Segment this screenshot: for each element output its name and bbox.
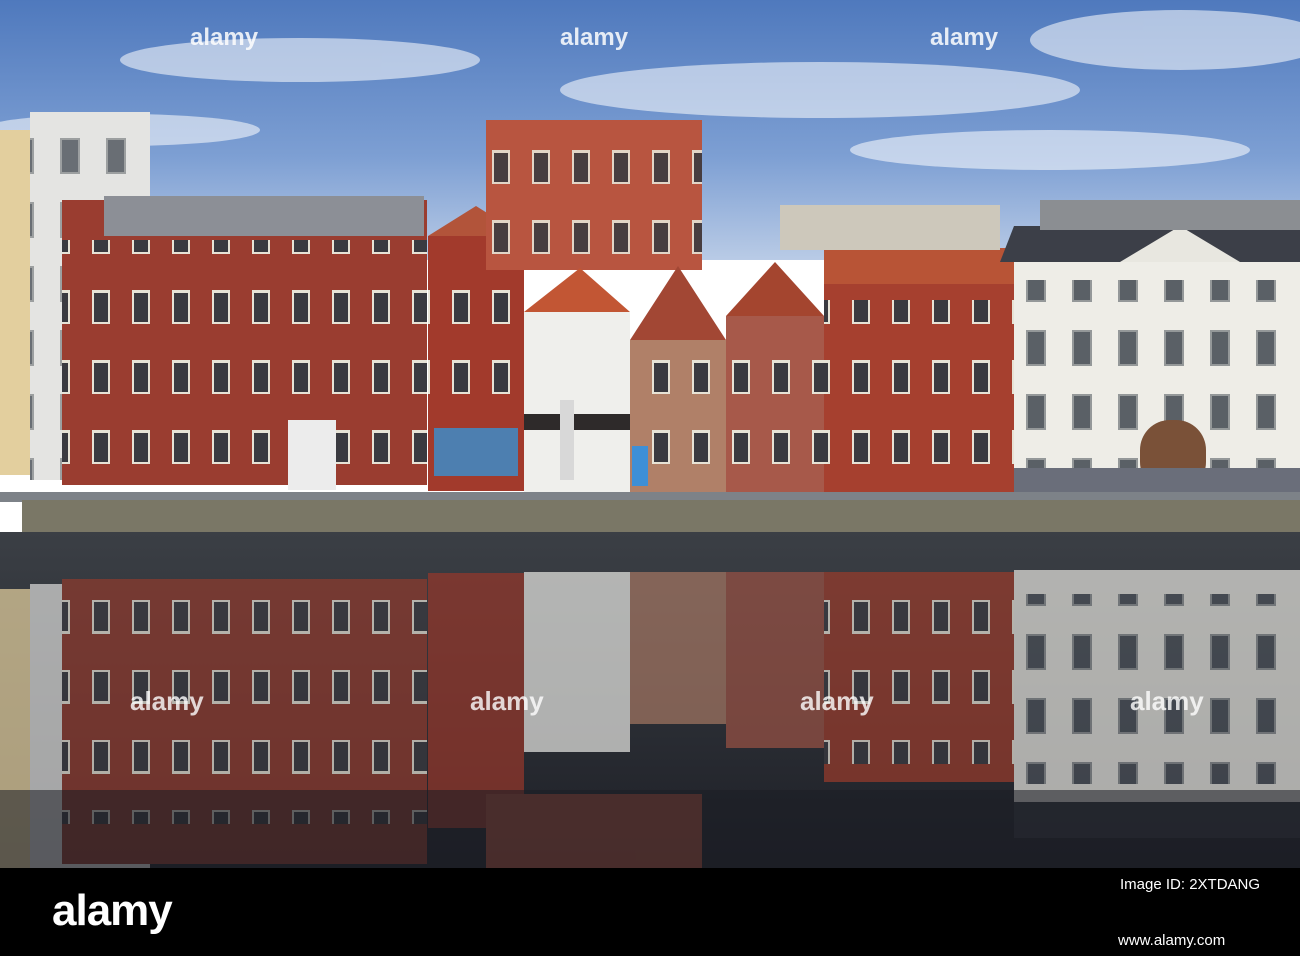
quay-wall xyxy=(22,500,1300,532)
watermark-text: alamy xyxy=(560,24,629,51)
alamy-logo: alamy xyxy=(52,886,173,935)
watermark-text: alamy xyxy=(1130,686,1204,716)
watermark-text: alamy xyxy=(470,686,544,716)
image-stage: alamy alamy alamy alamy alamy alamy alam… xyxy=(0,0,1300,956)
watermark-text: alamy xyxy=(930,24,999,51)
image-id-label: Image ID: 2XTDANG xyxy=(1120,876,1261,893)
watermark-text: alamy xyxy=(800,686,874,716)
stock-footer-bar: alamy Image ID: 2XTDANG www.alamy.com xyxy=(0,868,1300,956)
watermark-text: alamy xyxy=(190,24,259,51)
site-url: www.alamy.com xyxy=(1118,932,1226,949)
watermark-text: alamy xyxy=(130,686,204,716)
canal-photograph xyxy=(0,0,1300,868)
